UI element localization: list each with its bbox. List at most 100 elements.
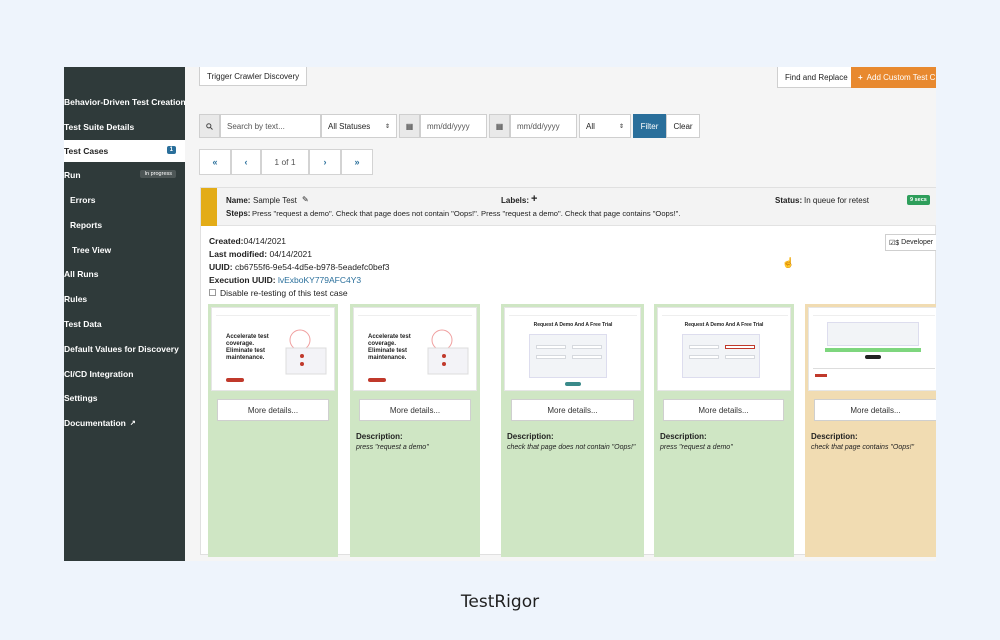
add-custom-test-label: Add Custom Test C	[866, 72, 936, 82]
created-value: 04/14/2021	[243, 236, 287, 246]
modified-row: Last modified: 04/14/2021	[209, 249, 312, 259]
step-screenshot[interactable]: Accelerate test coverage. Eliminate test…	[353, 307, 477, 391]
sidebar-item-all-runs[interactable]: All Runs	[64, 263, 185, 285]
external-link-icon: ↗	[129, 420, 136, 427]
screenshot-nav	[216, 312, 330, 316]
sidebar-item-bdd[interactable]: Behavior-Driven Test Creation	[64, 91, 186, 113]
sidebar-item-run[interactable]: Run In progress	[64, 164, 185, 186]
created-label: Created:	[209, 236, 244, 246]
calendar-icon: ▦	[399, 114, 420, 138]
more-details-button[interactable]: More details...	[663, 399, 784, 421]
sidebar-item-label: Behavior-Driven Test Creation	[64, 97, 186, 107]
description-label: Description:	[811, 432, 858, 441]
sidebar-item-documentation[interactable]: Documentation ↗	[64, 412, 185, 434]
date-to-input[interactable]: mm/dd/yyyy	[510, 114, 577, 138]
sidebar-item-label: Test Cases	[64, 146, 109, 156]
caption: TestRigor	[460, 592, 540, 612]
screenshot-button	[368, 378, 386, 382]
modified-value: 04/14/2021	[269, 249, 313, 259]
screenshot-form	[682, 334, 760, 378]
calendar-icon: ▦	[489, 114, 510, 138]
filter-button[interactable]: Filter	[633, 114, 666, 138]
screenshot-button	[226, 378, 244, 382]
sidebar-item-label: Run	[64, 170, 81, 180]
step-screenshot[interactable]: Request A Demo And A Free Trial	[657, 307, 791, 391]
screenshot-illustration	[285, 329, 327, 375]
description-text: press "request a demo"	[356, 444, 429, 451]
search-input[interactable]: Search by text...	[220, 114, 321, 138]
edit-icon[interactable]: ✎	[302, 195, 309, 204]
sidebar-item-label: Tree View	[72, 245, 112, 255]
sidebar-item-suite-details[interactable]: Test Suite Details	[64, 116, 185, 138]
execution-uuid-row: Execution UUID: lvExboKY779AFC4Y3	[209, 275, 361, 285]
sidebar-item-label: Default Values for Discovery	[64, 344, 179, 354]
clear-button[interactable]: Clear	[666, 114, 700, 138]
next-page-button[interactable]: ›	[309, 149, 341, 175]
uuid-row: UUID: cb6755f6-9e54-4d5e-b978-5eadefc0be…	[209, 262, 390, 272]
more-details-button[interactable]: More details...	[814, 399, 936, 421]
sidebar-item-label: Test Data	[64, 319, 102, 329]
screenshot-nav	[358, 312, 472, 316]
sidebar-item-rules[interactable]: Rules	[64, 288, 185, 310]
sidebar-item-default-values[interactable]: Default Values for Discovery	[64, 338, 185, 360]
name-label: Name:	[226, 196, 251, 205]
execution-uuid-link[interactable]: lvExboKY779AFC4Y3	[278, 275, 361, 285]
status-label: Status:	[775, 196, 803, 205]
sidebar: Behavior-Driven Test Creation Test Suite…	[64, 67, 186, 561]
step-screenshot[interactable]: Request A Demo And A Free Trial	[504, 307, 641, 391]
status-select[interactable]: All Statuses ⇕	[321, 114, 397, 138]
page-indicator: 1 of 1	[261, 149, 309, 175]
more-details-button[interactable]: More details...	[217, 399, 329, 421]
main-content: Trigger Crawler Discovery Find and Repla…	[185, 67, 936, 561]
sidebar-item-test-cases[interactable]: Test Cases 1	[64, 140, 185, 162]
sidebar-item-reports[interactable]: Reports	[64, 214, 185, 236]
disable-retest-label: Disable re-testing of this test case	[220, 288, 348, 298]
screenshot-nav	[662, 312, 788, 316]
scope-select-value: All	[586, 121, 595, 131]
test-case-header: Name: Sample Test ✎ Labels: + Status: In…	[201, 188, 936, 226]
trigger-crawler-button[interactable]: Trigger Crawler Discovery	[199, 67, 308, 86]
add-label-icon[interactable]: +	[531, 193, 537, 205]
step-screenshot[interactable]	[808, 307, 936, 391]
add-custom-test-button[interactable]: + Add Custom Test C	[851, 67, 936, 88]
filter-bar: Search by text... All Statuses ⇕ ▦ mm/dd…	[199, 114, 700, 138]
sidebar-item-label: All Runs	[64, 269, 99, 279]
screenshot-heading: Accelerate test coverage. Eliminate test…	[226, 334, 269, 361]
disable-retest-checkbox[interactable]	[209, 289, 216, 296]
pagination: « ‹ 1 of 1 › »	[199, 149, 373, 175]
sidebar-item-test-data[interactable]: Test Data	[64, 313, 185, 335]
sidebar-item-settings[interactable]: Settings	[64, 387, 185, 409]
sidebar-item-label: Settings	[64, 393, 98, 403]
test-case-card: Name: Sample Test ✎ Labels: + Status: In…	[200, 187, 936, 557]
description-text: press "request a demo"	[660, 444, 733, 451]
screenshot-logo	[815, 374, 827, 377]
developer-toggle[interactable]: ☑$ Developer	[885, 234, 936, 251]
status-color-bar	[201, 188, 217, 226]
screenshot-divider	[813, 368, 935, 369]
first-page-button[interactable]: «	[199, 149, 231, 175]
plus-icon: +	[858, 72, 863, 82]
date-from-input[interactable]: mm/dd/yyyy	[420, 114, 487, 138]
step-screenshot[interactable]: Accelerate test coverage. Eliminate test…	[211, 307, 335, 391]
screenshot-heading: Accelerate test coverage. Eliminate test…	[368, 334, 411, 361]
find-replace-button[interactable]: Find and Replace	[777, 67, 856, 88]
scope-select[interactable]: All ⇕	[579, 114, 631, 138]
developer-label: Developer	[901, 239, 934, 246]
description-label: Description:	[507, 432, 554, 441]
screenshot-form	[529, 334, 607, 378]
select-arrows-icon: ⇕	[618, 123, 624, 130]
step-card: Accelerate test coverage. Eliminate test…	[208, 304, 338, 557]
mouse-cursor-icon: ☝	[782, 258, 795, 269]
more-details-button[interactable]: More details...	[359, 399, 471, 421]
search-icon	[199, 114, 220, 138]
sidebar-item-errors[interactable]: Errors	[64, 189, 185, 211]
modified-label: Last modified:	[209, 249, 268, 259]
sidebar-item-cicd[interactable]: CI/CD Integration	[64, 363, 185, 385]
prev-page-button[interactable]: ‹	[231, 149, 261, 175]
more-details-button[interactable]: More details...	[511, 399, 634, 421]
sidebar-item-label: Errors	[70, 195, 96, 205]
status-value: In queue for retest	[804, 196, 869, 205]
sidebar-item-label: Rules	[64, 294, 88, 304]
last-page-button[interactable]: »	[341, 149, 373, 175]
sidebar-item-tree-view[interactable]: Tree View	[64, 239, 185, 261]
